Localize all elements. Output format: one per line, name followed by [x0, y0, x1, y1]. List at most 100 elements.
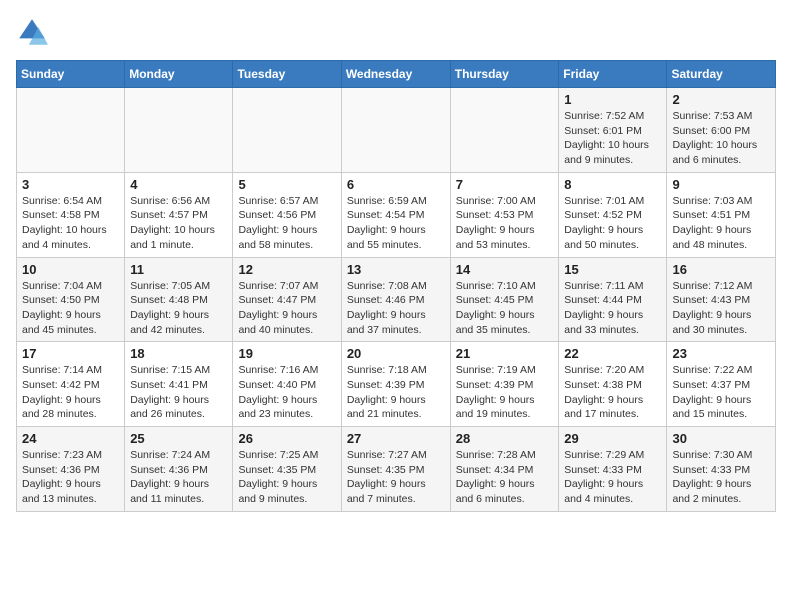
day-number: 29: [564, 431, 661, 446]
calendar-cell: 26Sunrise: 7:25 AM Sunset: 4:35 PM Dayli…: [233, 427, 341, 512]
day-number: 20: [347, 346, 445, 361]
calendar-week-row: 3 Sunrise: 6:54 AM Sunset: 4:58 PM Daylig…: [17, 172, 776, 257]
header: [16, 16, 776, 48]
day-info: Sunrise: 7:27 AM Sunset: 4:35 PM Dayligh…: [347, 448, 445, 507]
weekday-header: Saturday: [667, 61, 776, 88]
day-number: 16: [672, 262, 770, 277]
calendar-cell: 11 Sunrise: 7:05 AM Sunset: 4:48 PM Dayli…: [125, 257, 233, 342]
calendar-cell: 2 Sunrise: 7:53 AM Sunset: 6:00 PM Daylig…: [667, 88, 776, 173]
day-info: Sunrise: 7:04 AM Sunset: 4:50 PM Dayligh…: [22, 279, 119, 338]
calendar: SundayMondayTuesdayWednesdayThursdayFrid…: [16, 60, 776, 512]
day-number: 21: [456, 346, 554, 361]
day-number: 4: [130, 177, 227, 192]
day-info: Sunrise: 6:57 AM Sunset: 4:56 PM Dayligh…: [238, 194, 335, 253]
calendar-week-row: 17 Sunrise: 7:14 AM Sunset: 4:42 PM Dayli…: [17, 342, 776, 427]
calendar-cell: 12 Sunrise: 7:07 AM Sunset: 4:47 PM Dayli…: [233, 257, 341, 342]
day-info: Sunrise: 7:05 AM Sunset: 4:48 PM Dayligh…: [130, 279, 227, 338]
day-info: Sunrise: 6:59 AM Sunset: 4:54 PM Dayligh…: [347, 194, 445, 253]
day-info: Sunrise: 7:30 AM Sunset: 4:33 PM Dayligh…: [672, 448, 770, 507]
calendar-cell: 17 Sunrise: 7:14 AM Sunset: 4:42 PM Dayli…: [17, 342, 125, 427]
day-info: Sunrise: 7:25 AM Sunset: 4:35 PM Dayligh…: [238, 448, 335, 507]
day-number: 24: [22, 431, 119, 446]
day-number: 7: [456, 177, 554, 192]
day-number: 25: [130, 431, 227, 446]
calendar-cell: 22 Sunrise: 7:20 AM Sunset: 4:38 PM Dayli…: [559, 342, 667, 427]
calendar-cell: 14Sunrise: 7:10 AM Sunset: 4:45 PM Dayli…: [450, 257, 559, 342]
calendar-cell: 24 Sunrise: 7:23 AM Sunset: 4:36 PM Dayli…: [17, 427, 125, 512]
day-number: 12: [238, 262, 335, 277]
day-info: Sunrise: 7:18 AM Sunset: 4:39 PM Dayligh…: [347, 363, 445, 422]
calendar-cell: 8Sunrise: 7:01 AM Sunset: 4:52 PM Daylig…: [559, 172, 667, 257]
calendar-cell: 10 Sunrise: 7:04 AM Sunset: 4:50 PM Dayli…: [17, 257, 125, 342]
day-number: 15: [564, 262, 661, 277]
day-number: 5: [238, 177, 335, 192]
calendar-cell: 5 Sunrise: 6:57 AM Sunset: 4:56 PM Daylig…: [233, 172, 341, 257]
logo-icon: [16, 16, 48, 48]
calendar-cell: [450, 88, 559, 173]
day-number: 2: [672, 92, 770, 107]
weekday-header: Wednesday: [341, 61, 450, 88]
day-number: 27: [347, 431, 445, 446]
calendar-week-row: 24 Sunrise: 7:23 AM Sunset: 4:36 PM Dayli…: [17, 427, 776, 512]
day-number: 28: [456, 431, 554, 446]
calendar-header: SundayMondayTuesdayWednesdayThursdayFrid…: [17, 61, 776, 88]
day-info: Sunrise: 7:03 AM Sunset: 4:51 PM Dayligh…: [672, 194, 770, 253]
calendar-cell: 25Sunrise: 7:24 AM Sunset: 4:36 PM Dayli…: [125, 427, 233, 512]
calendar-cell: 30 Sunrise: 7:30 AM Sunset: 4:33 PM Dayli…: [667, 427, 776, 512]
calendar-cell: 28Sunrise: 7:28 AM Sunset: 4:34 PM Dayli…: [450, 427, 559, 512]
day-info: Sunrise: 7:16 AM Sunset: 4:40 PM Dayligh…: [238, 363, 335, 422]
day-info: Sunrise: 7:22 AM Sunset: 4:37 PM Dayligh…: [672, 363, 770, 422]
calendar-cell: 19 Sunrise: 7:16 AM Sunset: 4:40 PM Dayli…: [233, 342, 341, 427]
calendar-cell: 4 Sunrise: 6:56 AM Sunset: 4:57 PM Daylig…: [125, 172, 233, 257]
day-number: 3: [22, 177, 119, 192]
weekday-header: Friday: [559, 61, 667, 88]
calendar-cell: 9 Sunrise: 7:03 AM Sunset: 4:51 PM Daylig…: [667, 172, 776, 257]
weekday-header: Tuesday: [233, 61, 341, 88]
day-info: Sunrise: 7:14 AM Sunset: 4:42 PM Dayligh…: [22, 363, 119, 422]
day-number: 19: [238, 346, 335, 361]
calendar-cell: [233, 88, 341, 173]
calendar-cell: 20 Sunrise: 7:18 AM Sunset: 4:39 PM Dayli…: [341, 342, 450, 427]
day-info: Sunrise: 7:07 AM Sunset: 4:47 PM Dayligh…: [238, 279, 335, 338]
day-info: Sunrise: 6:56 AM Sunset: 4:57 PM Dayligh…: [130, 194, 227, 253]
day-info: Sunrise: 7:53 AM Sunset: 6:00 PM Dayligh…: [672, 109, 770, 168]
calendar-cell: 7 Sunrise: 7:00 AM Sunset: 4:53 PM Daylig…: [450, 172, 559, 257]
calendar-cell: 3 Sunrise: 6:54 AM Sunset: 4:58 PM Daylig…: [17, 172, 125, 257]
calendar-cell: [17, 88, 125, 173]
calendar-cell: 6 Sunrise: 6:59 AM Sunset: 4:54 PM Daylig…: [341, 172, 450, 257]
weekday-header: Thursday: [450, 61, 559, 88]
calendar-week-row: 10 Sunrise: 7:04 AM Sunset: 4:50 PM Dayli…: [17, 257, 776, 342]
day-info: Sunrise: 7:20 AM Sunset: 4:38 PM Dayligh…: [564, 363, 661, 422]
calendar-cell: [125, 88, 233, 173]
calendar-cell: 23Sunrise: 7:22 AM Sunset: 4:37 PM Dayli…: [667, 342, 776, 427]
calendar-cell: 1Sunrise: 7:52 AM Sunset: 6:01 PM Daylig…: [559, 88, 667, 173]
day-info: Sunrise: 7:00 AM Sunset: 4:53 PM Dayligh…: [456, 194, 554, 253]
day-info: Sunrise: 7:12 AM Sunset: 4:43 PM Dayligh…: [672, 279, 770, 338]
day-number: 1: [564, 92, 661, 107]
day-number: 9: [672, 177, 770, 192]
day-info: Sunrise: 7:29 AM Sunset: 4:33 PM Dayligh…: [564, 448, 661, 507]
calendar-body: 1Sunrise: 7:52 AM Sunset: 6:01 PM Daylig…: [17, 88, 776, 512]
day-info: Sunrise: 7:23 AM Sunset: 4:36 PM Dayligh…: [22, 448, 119, 507]
day-info: Sunrise: 7:15 AM Sunset: 4:41 PM Dayligh…: [130, 363, 227, 422]
logo: [16, 16, 52, 48]
day-info: Sunrise: 6:54 AM Sunset: 4:58 PM Dayligh…: [22, 194, 119, 253]
calendar-cell: 18 Sunrise: 7:15 AM Sunset: 4:41 PM Dayli…: [125, 342, 233, 427]
day-info: Sunrise: 7:01 AM Sunset: 4:52 PM Dayligh…: [564, 194, 661, 253]
day-info: Sunrise: 7:19 AM Sunset: 4:39 PM Dayligh…: [456, 363, 554, 422]
weekday-header: Monday: [125, 61, 233, 88]
day-info: Sunrise: 7:11 AM Sunset: 4:44 PM Dayligh…: [564, 279, 661, 338]
day-number: 17: [22, 346, 119, 361]
day-number: 6: [347, 177, 445, 192]
day-number: 18: [130, 346, 227, 361]
day-number: 10: [22, 262, 119, 277]
day-number: 14: [456, 262, 554, 277]
day-number: 30: [672, 431, 770, 446]
calendar-week-row: 1Sunrise: 7:52 AM Sunset: 6:01 PM Daylig…: [17, 88, 776, 173]
calendar-cell: [341, 88, 450, 173]
day-number: 22: [564, 346, 661, 361]
weekday-row: SundayMondayTuesdayWednesdayThursdayFrid…: [17, 61, 776, 88]
day-info: Sunrise: 7:08 AM Sunset: 4:46 PM Dayligh…: [347, 279, 445, 338]
calendar-cell: 15 Sunrise: 7:11 AM Sunset: 4:44 PM Dayli…: [559, 257, 667, 342]
day-number: 11: [130, 262, 227, 277]
